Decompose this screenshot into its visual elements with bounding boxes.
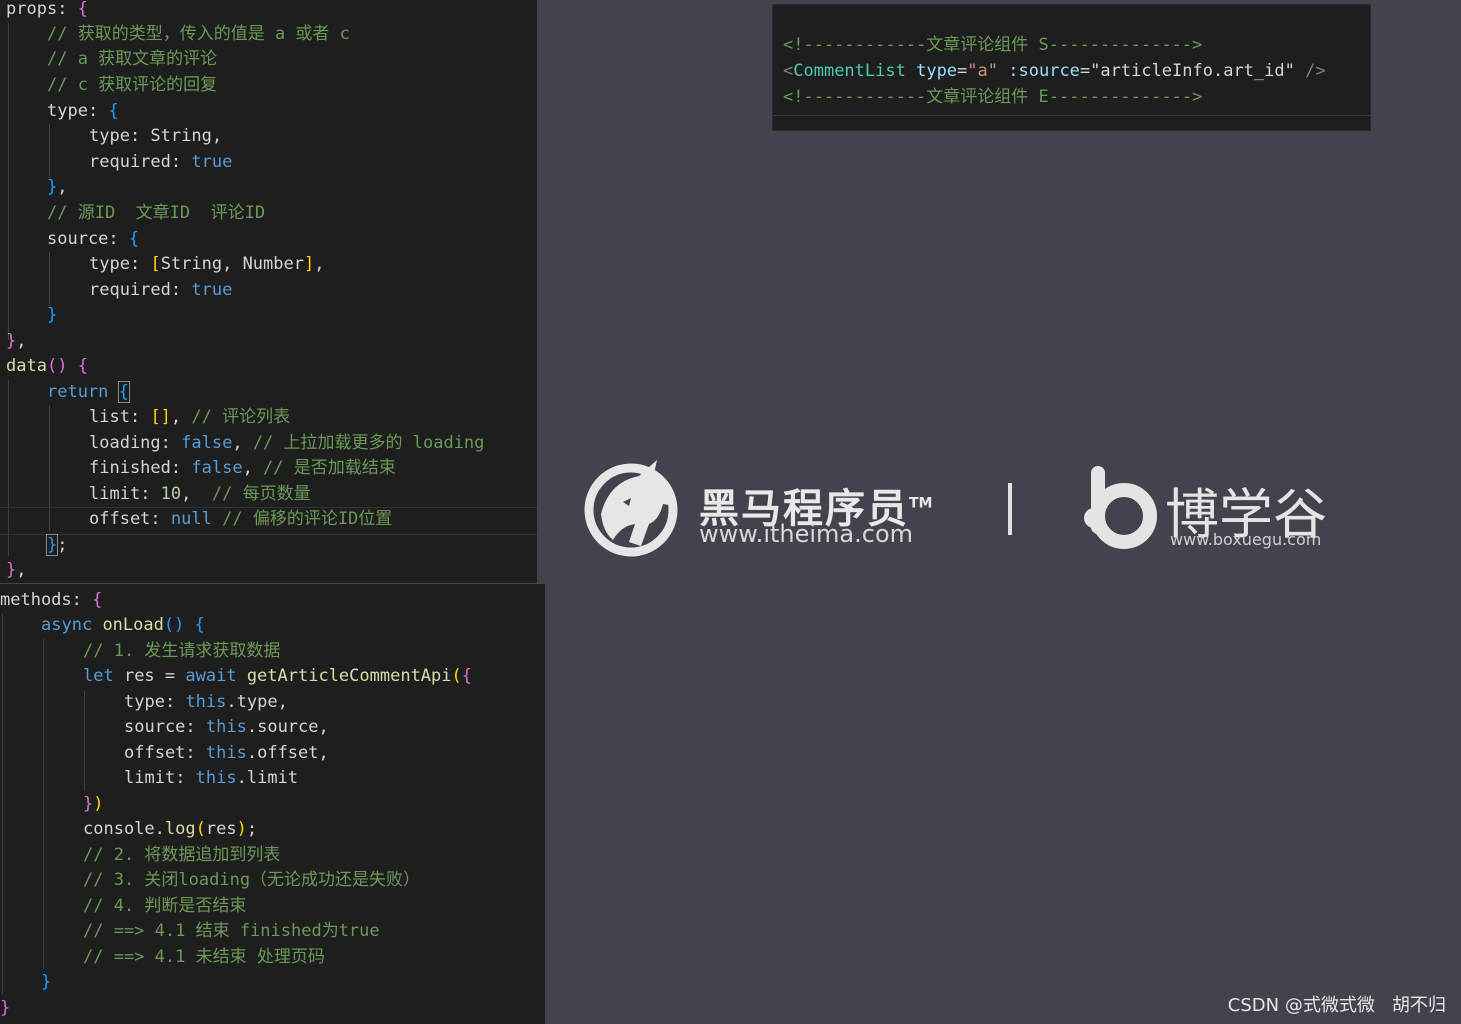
code-line[interactable]: loading: false, // 上拉加载更多的 loading [89, 431, 484, 456]
boxuegu-url: www.boxuegu.com [1170, 530, 1322, 549]
indent-guide [2, 614, 3, 994]
indent-guide [49, 124, 50, 178]
code-line[interactable]: source: { [47, 227, 139, 252]
csdn-watermark: CSDN @式微式微 胡不归 [1227, 995, 1446, 1016]
code-comment[interactable]: // 4. 判断是否结束 [83, 894, 246, 919]
code-comment[interactable]: // a 获取文章的评论 [47, 47, 217, 72]
code-comment[interactable]: // 源ID 文章ID 评论ID [47, 201, 265, 226]
code-line[interactable]: required: true [89, 150, 232, 175]
code-line[interactable]: <CommentList type="a" :source="articleIn… [783, 59, 1326, 84]
indent-guide [84, 691, 85, 791]
code-line[interactable]: } [0, 996, 10, 1021]
code-line[interactable]: console.log(res); [83, 817, 257, 842]
code-line[interactable]: }, [6, 329, 27, 354]
boxuegu-b-logo-icon [1084, 466, 1157, 549]
indent-guide [8, 22, 9, 340]
code-comment[interactable]: // ==> 4.1 结束 finished为true [83, 919, 380, 944]
code-line[interactable]: limit: this.limit [124, 766, 298, 791]
code-line[interactable]: } [47, 303, 57, 328]
indent-guide [49, 252, 50, 306]
code-line[interactable]: async onLoad() { [41, 613, 205, 638]
code-line[interactable]: type: String, [89, 124, 222, 149]
html-comment[interactable]: <!------------文章评论组件 S--------------> [783, 33, 1202, 58]
code-editor-template-panel[interactable]: <!------------文章评论组件 S--------------> <C… [773, 5, 1370, 130]
code-line[interactable]: finished: false, // 是否加载结束 [89, 456, 396, 481]
code-line[interactable]: let res = await getArticleCommentApi({ [83, 664, 472, 689]
code-line[interactable]: required: true [89, 278, 232, 303]
code-comment[interactable]: // ==> 4.1 未结束 处理页码 [83, 945, 325, 970]
code-line[interactable]: }; [45, 533, 68, 558]
code-line[interactable]: }, [47, 175, 68, 200]
indent-guide [43, 639, 44, 969]
code-line[interactable]: type: this.type, [124, 690, 288, 715]
panel-divider [773, 115, 1370, 116]
brand-banner: 黑马程序员TM www.itheima.com 博学谷 www.boxuegu.… [575, 450, 1345, 560]
heima-horse-logo-icon [584, 460, 678, 557]
code-line[interactable]: list: [], // 评论列表 [89, 405, 290, 430]
code-editor-props-panel[interactable]: props: { // 获取的类型，传入的值是 a 或者 c // a 获取文章… [0, 0, 537, 583]
code-comment[interactable]: // 获取的类型，传入的值是 a 或者 c [47, 22, 350, 47]
code-line[interactable]: return { [47, 380, 130, 405]
code-line[interactable]: type: { [47, 99, 119, 124]
code-comment[interactable]: // c 获取评论的回复 [47, 73, 217, 98]
code-line[interactable]: }) [83, 792, 104, 817]
heima-url: www.itheima.com [699, 520, 914, 548]
code-comment[interactable]: // 1. 发生请求获取数据 [83, 639, 280, 664]
code-line[interactable]: props: { [6, 0, 88, 22]
code-editor-methods-panel[interactable]: methods: { async onLoad() { // 1. 发生请求获取… [0, 584, 545, 1024]
code-comment[interactable]: // 3. 关闭loading（无论成功还是失败） [83, 868, 420, 893]
code-line[interactable]: } [41, 970, 51, 995]
code-comment[interactable]: // 2. 将数据追加到列表 [83, 843, 280, 868]
code-line[interactable]: type: [String, Number], [89, 252, 324, 277]
code-line[interactable]: data() { [6, 354, 88, 379]
code-line[interactable]: offset: this.offset, [124, 741, 329, 766]
brand-divider [1008, 483, 1012, 535]
code-line[interactable]: }, [6, 558, 27, 583]
html-comment[interactable]: <!------------文章评论组件 E--------------> [783, 85, 1202, 110]
code-line[interactable]: methods: { [0, 588, 102, 613]
code-line[interactable]: source: this.source, [124, 715, 329, 740]
code-line[interactable]: offset: null // 偏移的评论ID位置 [89, 507, 392, 532]
code-line[interactable]: limit: 10, // 每页数量 [89, 482, 311, 507]
